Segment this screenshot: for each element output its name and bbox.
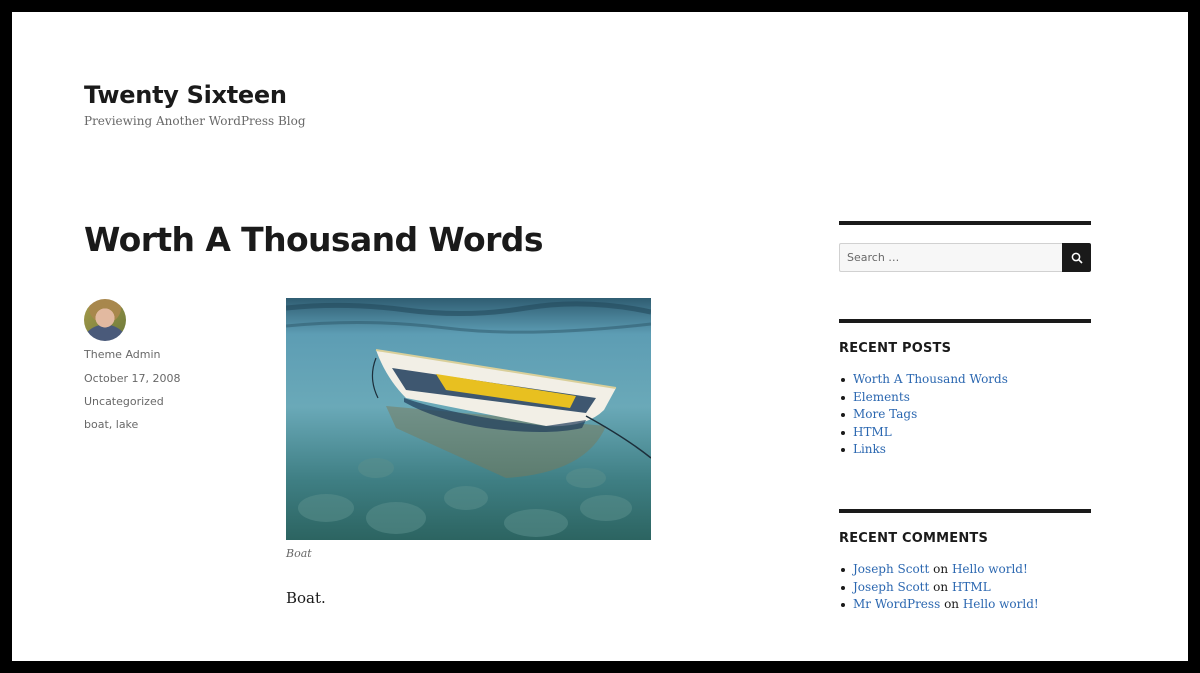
list-item: Worth A Thousand Words [839,371,1091,389]
recent-posts-list: Worth A Thousand Words Elements More Tag… [839,371,1091,459]
list-item: More Tags [839,406,1091,424]
comment-post-link[interactable]: Hello world! [963,597,1039,611]
recent-post-link[interactable]: Elements [853,390,910,404]
comment-post-link[interactable]: HTML [952,580,991,594]
post-date[interactable]: October 17, 2008 [84,372,181,385]
post-author[interactable]: Theme Admin [84,348,161,361]
recent-comments-widget: RECENT COMMENTS Joseph Scott on Hello wo… [839,509,1091,614]
recent-posts-title: RECENT POSTS [839,341,952,356]
widget-divider [839,319,1091,323]
list-item: Joseph Scott on HTML [839,579,1091,597]
author-avatar [84,299,126,341]
comment-separator: on [944,597,960,611]
list-item: Mr WordPress on Hello world! [839,596,1091,614]
post-tags[interactable]: boat, lake [84,418,138,431]
widget-divider [839,509,1091,513]
image-caption: Boat [286,547,312,560]
recent-post-link[interactable]: Worth A Thousand Words [853,372,1008,386]
boat-photo [286,298,651,540]
search-icon [1071,252,1083,264]
recent-post-link[interactable]: HTML [853,425,892,439]
recent-post-link[interactable]: More Tags [853,407,917,421]
search-button[interactable] [1062,243,1091,272]
page-frame: Twenty Sixteen Previewing Another WordPr… [12,12,1188,661]
comment-author-link[interactable]: Joseph Scott [853,580,929,594]
site-description: Previewing Another WordPress Blog [84,114,306,128]
comment-post-link[interactable]: Hello world! [952,562,1028,576]
widget-divider [839,221,1091,225]
comment-separator: on [933,562,949,576]
recent-post-link[interactable]: Links [853,442,886,456]
post-content: Boat. [286,589,326,607]
search-form: Search … [839,243,1091,272]
site-title[interactable]: Twenty Sixteen [84,81,287,109]
post-title[interactable]: Worth A Thousand Words [84,220,543,259]
comment-separator: on [933,579,949,594]
list-item: HTML [839,424,1091,442]
post-image-boat [286,298,651,540]
recent-comments-list: Joseph Scott on Hello world! Joseph Scot… [839,561,1091,614]
list-item: Links [839,441,1091,459]
comment-author-link[interactable]: Mr WordPress [853,597,940,611]
post-category[interactable]: Uncategorized [84,395,164,408]
list-item: Joseph Scott on Hello world! [839,561,1091,579]
search-widget: Search … [839,221,1091,272]
list-item: Elements [839,389,1091,407]
search-input[interactable]: Search … [839,243,1062,272]
comment-author-link[interactable]: Joseph Scott [853,562,929,576]
recent-posts-widget: RECENT POSTS Worth A Thousand Words Elem… [839,319,1091,459]
recent-comments-title: RECENT COMMENTS [839,531,989,546]
